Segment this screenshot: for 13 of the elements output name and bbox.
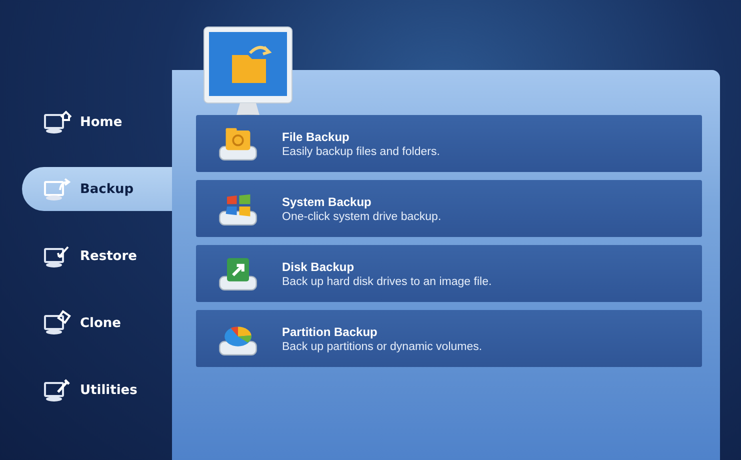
sidebar-tab[interactable]: Restore [22,234,172,278]
backup-option[interactable]: Partition Backup Back up partitions or dynamic volumes. [196,310,702,367]
backup-option[interactable]: Disk Backup Back up hard disk drives to an image file. [196,245,702,302]
monitor-icon [42,377,72,403]
sidebar-tab[interactable]: Backup [22,167,172,211]
monitor-icon [42,176,72,202]
monitor-icon [42,310,72,336]
sidebar-tab[interactable]: Home [22,100,172,144]
sidebar-tab[interactable]: Utilities [22,368,172,412]
backup-option[interactable]: File Backup Easily backup files and folders. [196,115,702,172]
backup-option[interactable]: System Backup One-click system drive backup. [196,180,702,237]
sidebar-tab[interactable]: Clone [22,301,172,345]
monitor-icon [42,109,72,135]
